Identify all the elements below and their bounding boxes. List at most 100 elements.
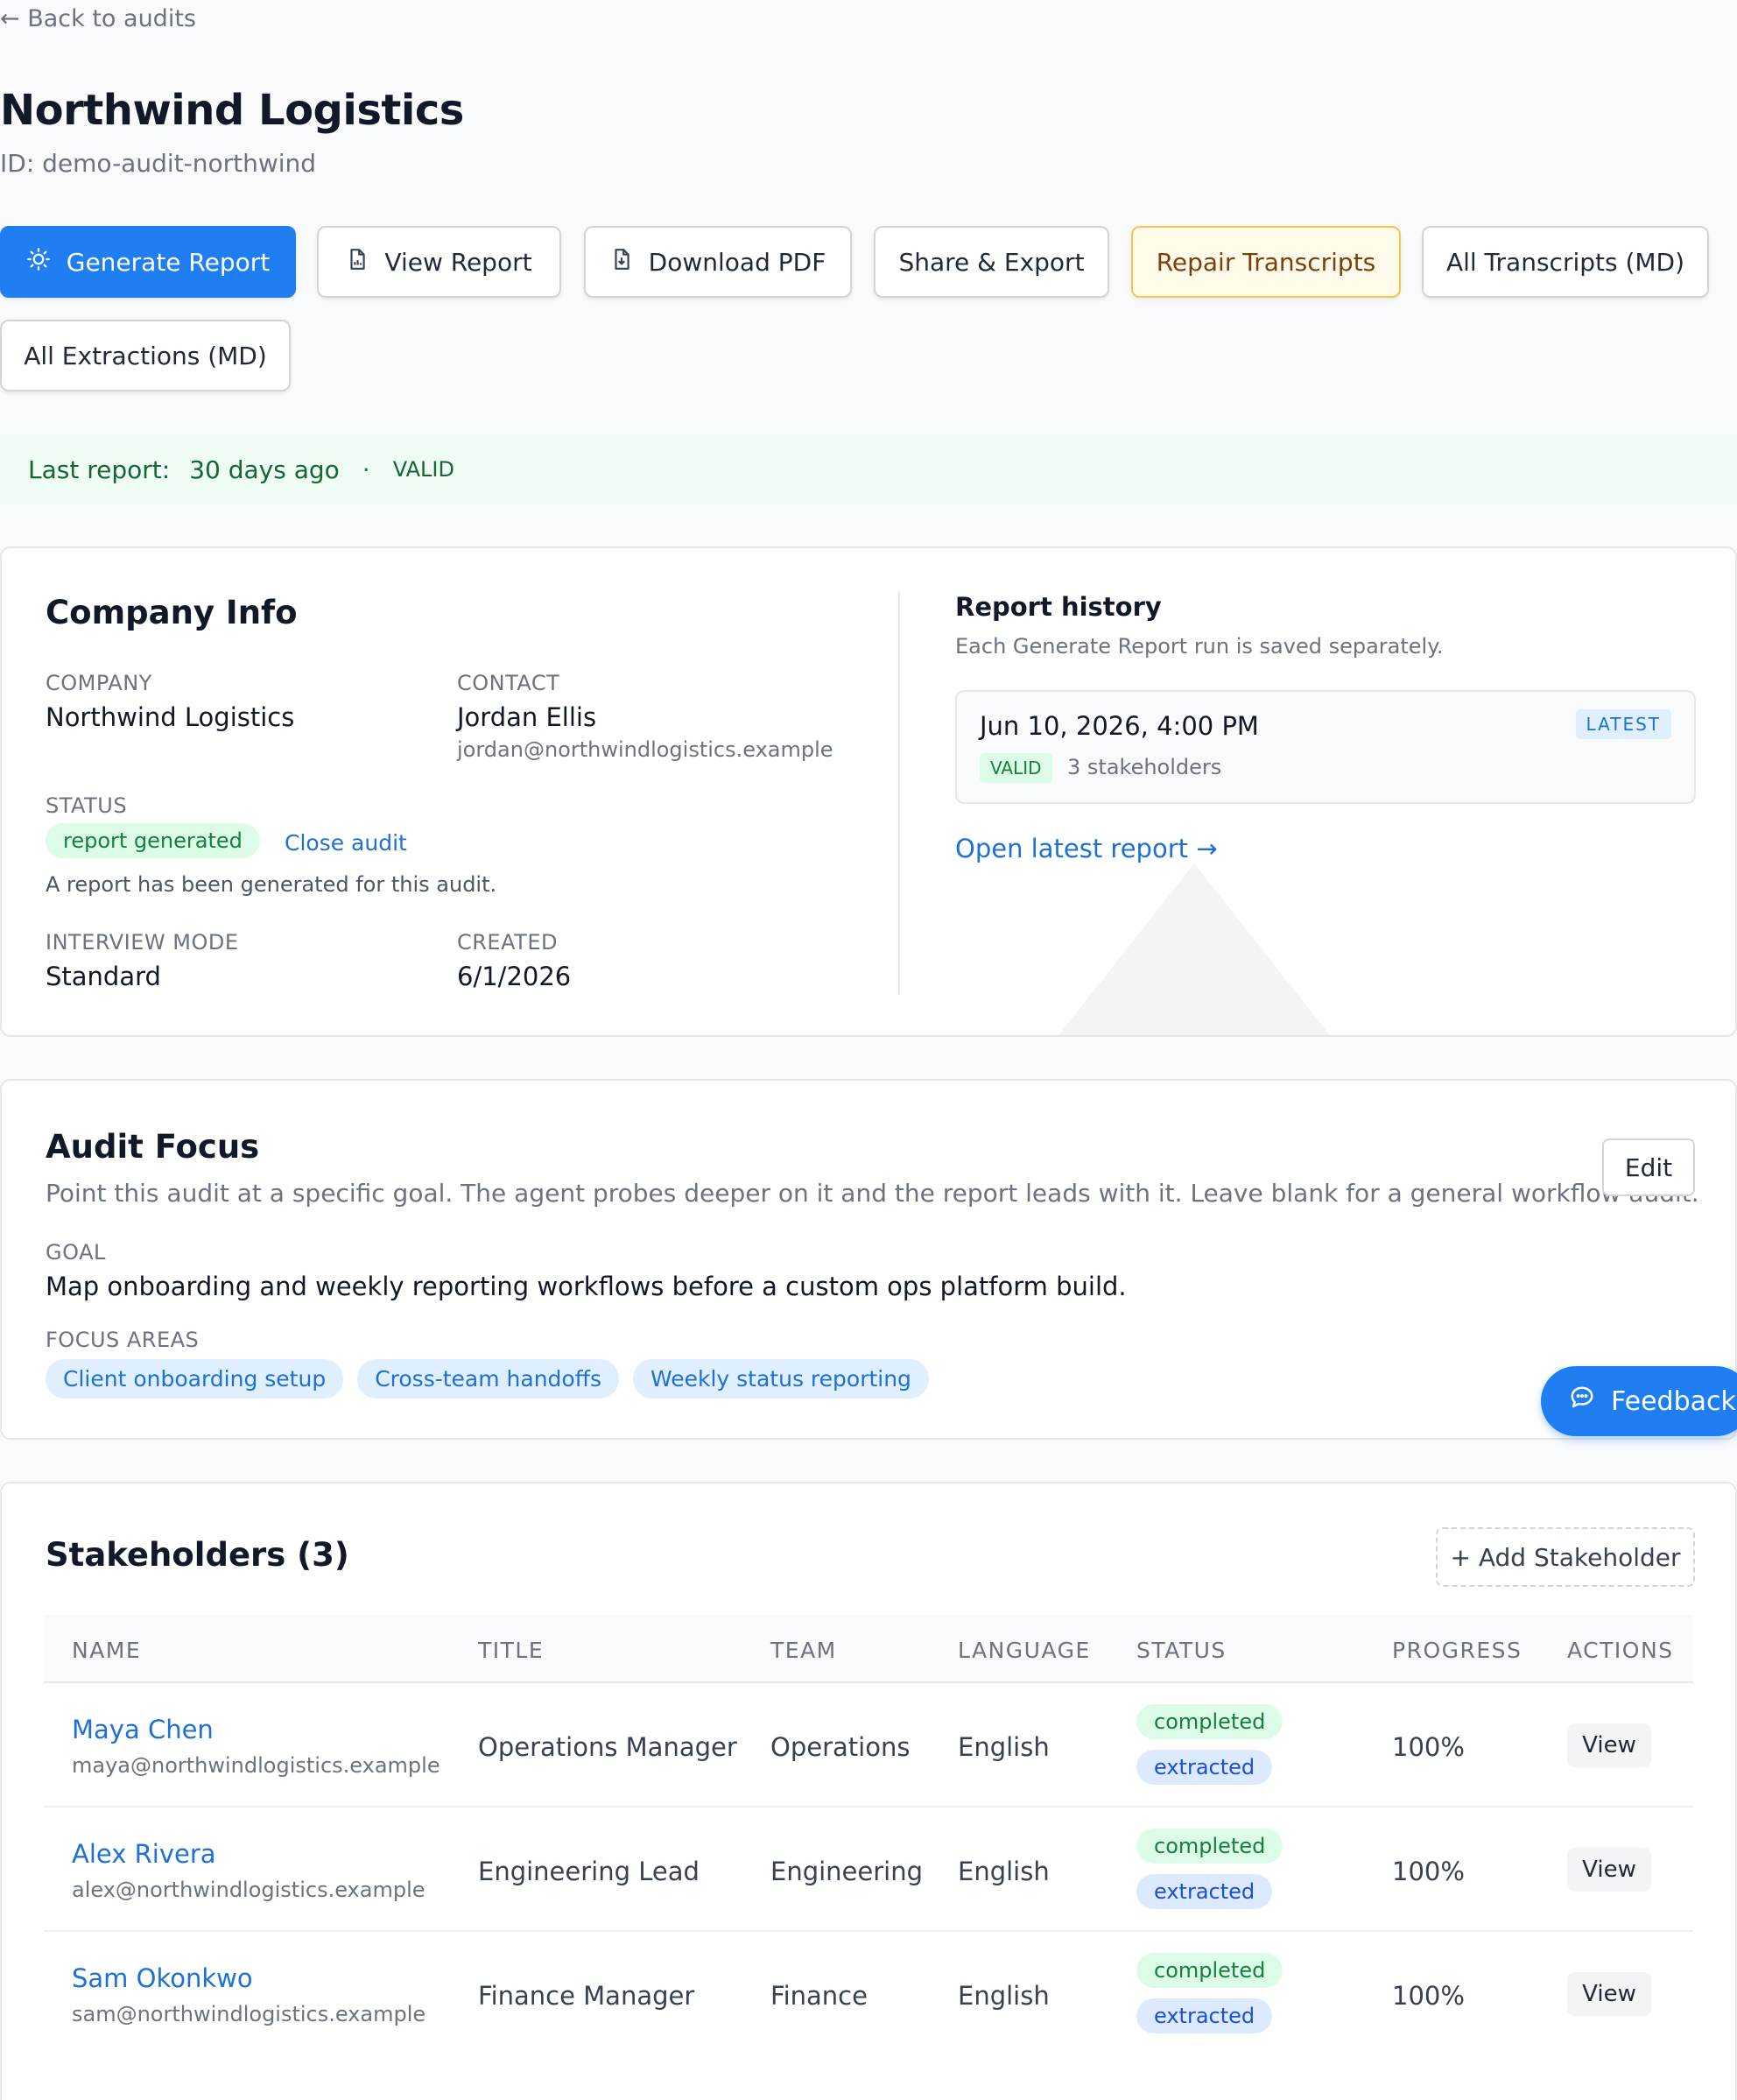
all-extractions-button[interactable]: All Extractions (MD) xyxy=(0,320,291,391)
generate-report-button[interactable]: Generate Report xyxy=(0,226,296,298)
report-history-subtitle: Each Generate Report run is saved separa… xyxy=(955,634,1444,659)
table-row: Sam Okonkwo sam@northwindlogistics.examp… xyxy=(44,1932,1693,2056)
repair-transcripts-label: Repair Transcripts xyxy=(1156,247,1376,277)
repair-transcripts-button[interactable]: Repair Transcripts xyxy=(1131,226,1401,298)
stakeholder-email: sam@northwindlogistics.example xyxy=(72,2002,426,2026)
feedback-button[interactable]: Feedback xyxy=(1541,1366,1737,1436)
lightbulb-icon xyxy=(26,247,51,278)
interview-mode-label: INTERVIEW MODE xyxy=(46,930,239,955)
audit-focus-description: Point this audit at a specific goal. The… xyxy=(46,1179,1699,1208)
stakeholder-language: English xyxy=(958,1732,1050,1762)
feedback-label: Feedback xyxy=(1611,1385,1736,1417)
audit-id: ID: demo-audit-northwind xyxy=(0,149,317,178)
created-label: CREATED xyxy=(457,930,558,955)
interview-status-badge: completed xyxy=(1136,1704,1283,1739)
generate-report-label: Generate Report xyxy=(66,247,271,277)
goal-label: GOAL xyxy=(46,1240,106,1265)
close-audit-link[interactable]: Close audit xyxy=(285,830,407,856)
stakeholder-email: maya@northwindlogistics.example xyxy=(72,1753,440,1778)
column-header-language: LANGUAGE xyxy=(958,1638,1091,1663)
stakeholder-progress: 100% xyxy=(1392,1732,1465,1762)
view-label: View xyxy=(1582,1857,1636,1883)
table-row: Alex Rivera alex@northwindlogistics.exam… xyxy=(44,1808,1693,1932)
all-transcripts-button[interactable]: All Transcripts (MD) xyxy=(1422,226,1709,298)
last-report-age: 30 days ago xyxy=(189,455,340,484)
view-stakeholder-button[interactable]: View xyxy=(1567,1848,1651,1892)
company-label: COMPANY xyxy=(46,671,152,695)
extraction-status-badge: extracted xyxy=(1136,1750,1273,1785)
stakeholder-team: Operations xyxy=(770,1732,911,1762)
stakeholder-progress: 100% xyxy=(1392,1981,1465,2011)
latest-badge: LATEST xyxy=(1575,709,1671,739)
view-stakeholder-button[interactable]: View xyxy=(1567,1972,1651,2016)
contact-label: CONTACT xyxy=(457,671,560,695)
stakeholder-language: English xyxy=(958,1857,1050,1886)
view-report-button[interactable]: View Report xyxy=(317,226,561,298)
last-report-banner: Last report: 30 days ago · VALID xyxy=(0,434,1737,504)
focus-area-tag: Cross-team handoffs xyxy=(357,1359,619,1399)
company-info-card: Company Info COMPANY Northwind Logistics… xyxy=(0,546,1737,1037)
focus-area-tag: Weekly status reporting xyxy=(632,1359,929,1399)
status-label: STATUS xyxy=(46,793,128,818)
decorative-triangle xyxy=(1058,863,1330,1035)
share-export-button[interactable]: Share & Export xyxy=(874,226,1109,298)
contact-email: jordan@northwindlogistics.example xyxy=(457,737,833,762)
chat-bubble-icon xyxy=(1569,1385,1595,1418)
interview-status-badge: completed xyxy=(1136,1829,1283,1864)
report-history-entry[interactable]: Jun 10, 2026, 4:00 PM LATEST VALID 3 sta… xyxy=(955,690,1696,804)
last-report-label: Last report: xyxy=(28,455,171,484)
report-history-title: Report history xyxy=(955,592,1162,622)
focus-areas-label: FOCUS AREAS xyxy=(46,1328,200,1352)
last-report-status: VALID xyxy=(392,457,454,482)
open-latest-report-link[interactable]: Open latest report → xyxy=(955,834,1218,863)
add-stakeholder-label: + Add Stakeholder xyxy=(1450,1542,1681,1572)
stakeholder-title: Operations Manager xyxy=(478,1732,737,1762)
stakeholder-name-link[interactable]: Sam Okonkwo xyxy=(72,1963,253,1993)
download-pdf-label: Download PDF xyxy=(648,247,826,277)
company-info-title: Company Info xyxy=(46,594,298,631)
edit-focus-button[interactable]: Edit xyxy=(1602,1138,1695,1196)
goal-value: Map onboarding and weekly reporting work… xyxy=(46,1272,1127,1301)
all-transcripts-label: All Transcripts (MD) xyxy=(1445,247,1685,277)
view-label: View xyxy=(1582,1981,1636,2007)
company-value: Northwind Logistics xyxy=(46,702,295,732)
report-entry-stakeholders: 3 stakeholders xyxy=(1067,755,1222,779)
audit-focus-card: Audit Focus Point this audit at a specif… xyxy=(0,1079,1737,1440)
back-to-audits-link[interactable]: ← Back to audits xyxy=(0,5,196,32)
status-badge: report generated xyxy=(46,823,260,858)
document-chart-icon xyxy=(346,247,369,278)
edit-focus-label: Edit xyxy=(1624,1152,1673,1182)
report-entry-status-badge: VALID xyxy=(980,753,1052,783)
stakeholder-team: Finance xyxy=(770,1981,868,2011)
stakeholder-name-link[interactable]: Maya Chen xyxy=(72,1715,214,1744)
extraction-status-badge: extracted xyxy=(1136,1998,1273,2033)
stakeholder-progress: 100% xyxy=(1392,1857,1465,1886)
banner-separator: · xyxy=(362,455,370,484)
column-header-progress: PROGRESS xyxy=(1392,1638,1523,1663)
stakeholder-email: alex@northwindlogistics.example xyxy=(72,1878,425,1902)
view-label: View xyxy=(1582,1732,1636,1758)
share-export-label: Share & Export xyxy=(898,247,1085,277)
column-header-team: TEAM xyxy=(770,1638,837,1663)
created-value: 6/1/2026 xyxy=(457,962,572,991)
status-note: A report has been generated for this aud… xyxy=(46,872,497,897)
column-divider xyxy=(898,592,900,995)
page-title: Northwind Logistics xyxy=(0,86,464,135)
report-entry-date: Jun 10, 2026, 4:00 PM xyxy=(980,711,1259,741)
add-stakeholder-button[interactable]: + Add Stakeholder xyxy=(1436,1527,1695,1587)
stakeholders-table-header: NAME TITLE TEAM LANGUAGE STATUS PROGRESS… xyxy=(44,1615,1693,1683)
view-stakeholder-button[interactable]: View xyxy=(1567,1723,1651,1767)
column-header-title: TITLE xyxy=(478,1638,545,1663)
document-download-icon xyxy=(610,247,633,278)
focus-areas-list: Client onboarding setup Cross-team hando… xyxy=(46,1359,929,1399)
interview-status-badge: completed xyxy=(1136,1953,1283,1988)
all-extractions-label: All Extractions (MD) xyxy=(24,341,267,370)
stakeholders-title: Stakeholders (3) xyxy=(46,1536,349,1574)
stakeholder-title: Finance Manager xyxy=(478,1981,695,2011)
column-header-status: STATUS xyxy=(1136,1638,1227,1663)
audit-focus-title: Audit Focus xyxy=(46,1128,260,1166)
focus-area-tag: Client onboarding setup xyxy=(46,1359,344,1399)
view-report-label: View Report xyxy=(384,247,532,277)
stakeholder-name-link[interactable]: Alex Rivera xyxy=(72,1839,216,1869)
download-pdf-button[interactable]: Download PDF xyxy=(584,226,852,298)
